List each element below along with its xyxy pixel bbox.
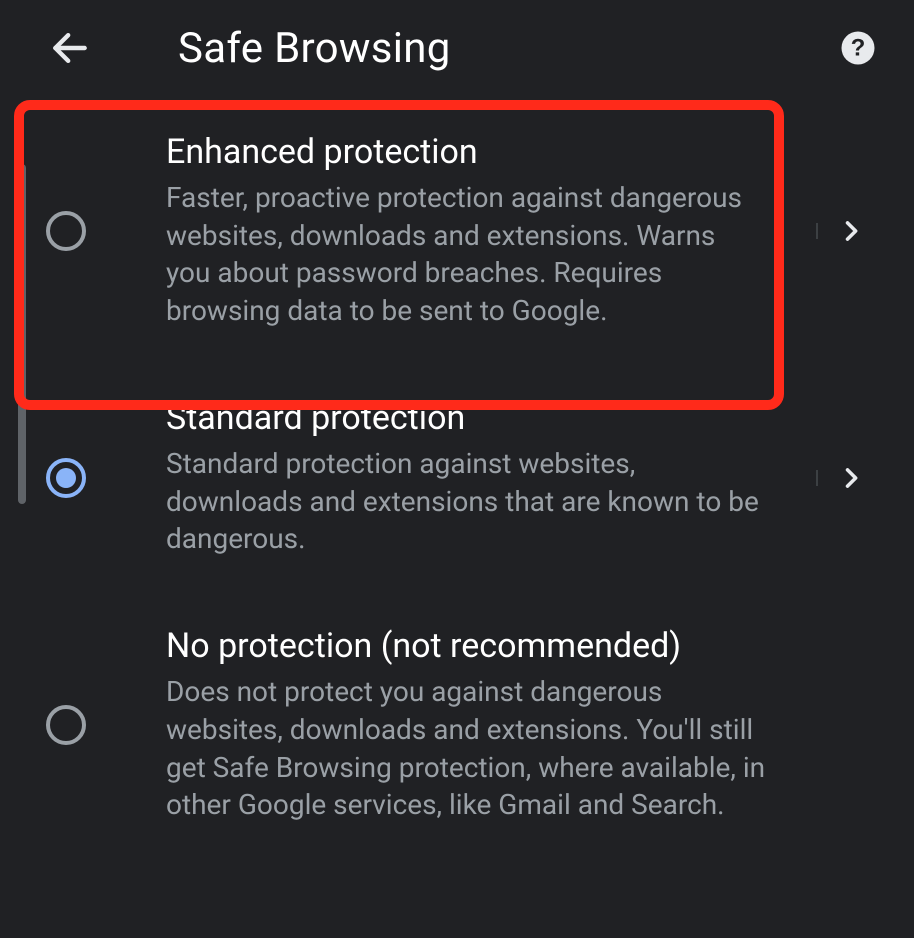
back-button[interactable]: [48, 26, 108, 70]
radio-standard[interactable]: [46, 458, 86, 498]
radio-enhanced-container[interactable]: [36, 211, 96, 251]
option-none-text: No protection (not recommended) Does not…: [96, 626, 886, 824]
option-enhanced[interactable]: Enhanced protection Faster, proactive pr…: [0, 98, 914, 364]
header: Safe Browsing ?: [0, 8, 914, 88]
radio-standard-container[interactable]: [36, 458, 96, 498]
radio-none-container[interactable]: [36, 705, 96, 745]
page-title: Safe Browsing: [178, 24, 838, 73]
option-none-title: No protection (not recommended): [166, 626, 876, 667]
radio-none[interactable]: [46, 705, 86, 745]
divider: [816, 470, 818, 486]
svg-text:?: ?: [851, 35, 866, 62]
option-enhanced-title: Enhanced protection: [166, 132, 806, 173]
chevron-right-icon: [837, 217, 865, 245]
options-list: Enhanced protection Faster, proactive pr…: [0, 98, 914, 858]
option-standard-expand[interactable]: [816, 464, 886, 492]
option-standard[interactable]: Standard protection Standard protection …: [0, 364, 914, 592]
chevron-right-icon: [837, 464, 865, 492]
back-arrow-icon: [48, 26, 92, 70]
divider: [816, 223, 818, 239]
radio-enhanced[interactable]: [46, 211, 86, 251]
option-enhanced-expand[interactable]: [816, 217, 886, 245]
safe-browsing-screen: Safe Browsing ? Enhanced protection Fast…: [0, 0, 914, 938]
option-standard-description: Standard protection against websites, do…: [166, 445, 766, 558]
option-standard-title: Standard protection: [166, 398, 806, 439]
help-icon: ?: [840, 30, 876, 66]
option-standard-text: Standard protection Standard protection …: [96, 398, 816, 558]
help-button[interactable]: ?: [838, 28, 878, 68]
option-enhanced-description: Faster, proactive protection against dan…: [166, 179, 766, 330]
option-none-description: Does not protect you against dangerous w…: [166, 673, 766, 824]
option-enhanced-text: Enhanced protection Faster, proactive pr…: [96, 132, 816, 330]
option-none[interactable]: No protection (not recommended) Does not…: [0, 592, 914, 858]
